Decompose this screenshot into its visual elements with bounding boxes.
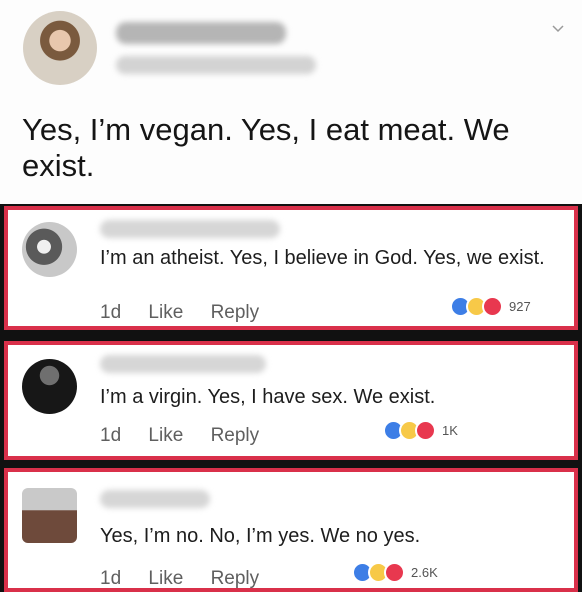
reply-button[interactable]: Reply [211,302,260,323]
poster-subtitle-blurred [116,56,316,74]
comment-time: 1d [100,568,122,589]
poster-avatar[interactable] [23,11,97,85]
comment-meta: 1d Like Reply [100,302,281,324]
reaction-count: 927 [509,298,531,314]
comment-meta: 1d Like Reply [100,425,281,447]
like-button[interactable]: Like [148,425,183,446]
comment-text: I’m an atheist. Yes, I believe in God. Y… [100,247,545,269]
comment-2: I’m a virgin. Yes, I have sex. We exist.… [4,341,578,460]
reactions-summary[interactable]: 2.6K [352,561,438,583]
like-button[interactable]: Like [148,302,183,323]
commenter-name-blurred [100,355,266,373]
love-reaction-icon [384,561,405,583]
reactions-summary[interactable]: 1K [383,419,458,441]
commenter-avatar[interactable] [22,222,77,277]
reply-button[interactable]: Reply [211,425,260,446]
comment-time: 1d [100,425,122,446]
commenter-name-blurred [100,490,210,508]
love-reaction-icon [482,295,503,317]
reaction-count: 1K [442,422,458,438]
post-text: Yes, I’m vegan. Yes, I eat meat. We exis… [22,112,510,183]
poster-name-blurred [116,22,286,44]
original-post: Yes, I’m vegan. Yes, I eat meat. We exis… [0,0,582,204]
comment-text: Yes, I’m no. No, I’m yes. We no yes. [100,525,421,547]
reply-button[interactable]: Reply [211,568,260,589]
commenter-name-blurred [100,220,280,238]
chevron-down-icon[interactable] [552,22,564,34]
commenter-avatar[interactable] [22,488,77,543]
comment-meta: 1d Like Reply [100,568,281,590]
comment-1: I’m an atheist. Yes, I believe in God. Y… [4,206,578,330]
like-button[interactable]: Like [148,568,183,589]
commenter-avatar[interactable] [22,359,77,414]
reaction-count: 2.6K [411,564,438,580]
reactions-summary[interactable]: 927 [450,295,531,317]
comment-time: 1d [100,302,122,323]
love-reaction-icon [415,419,436,441]
comment-text: I’m a virgin. Yes, I have sex. We exist. [100,386,436,408]
comment-3: Yes, I’m no. No, I’m yes. We no yes. 1d … [4,468,578,592]
